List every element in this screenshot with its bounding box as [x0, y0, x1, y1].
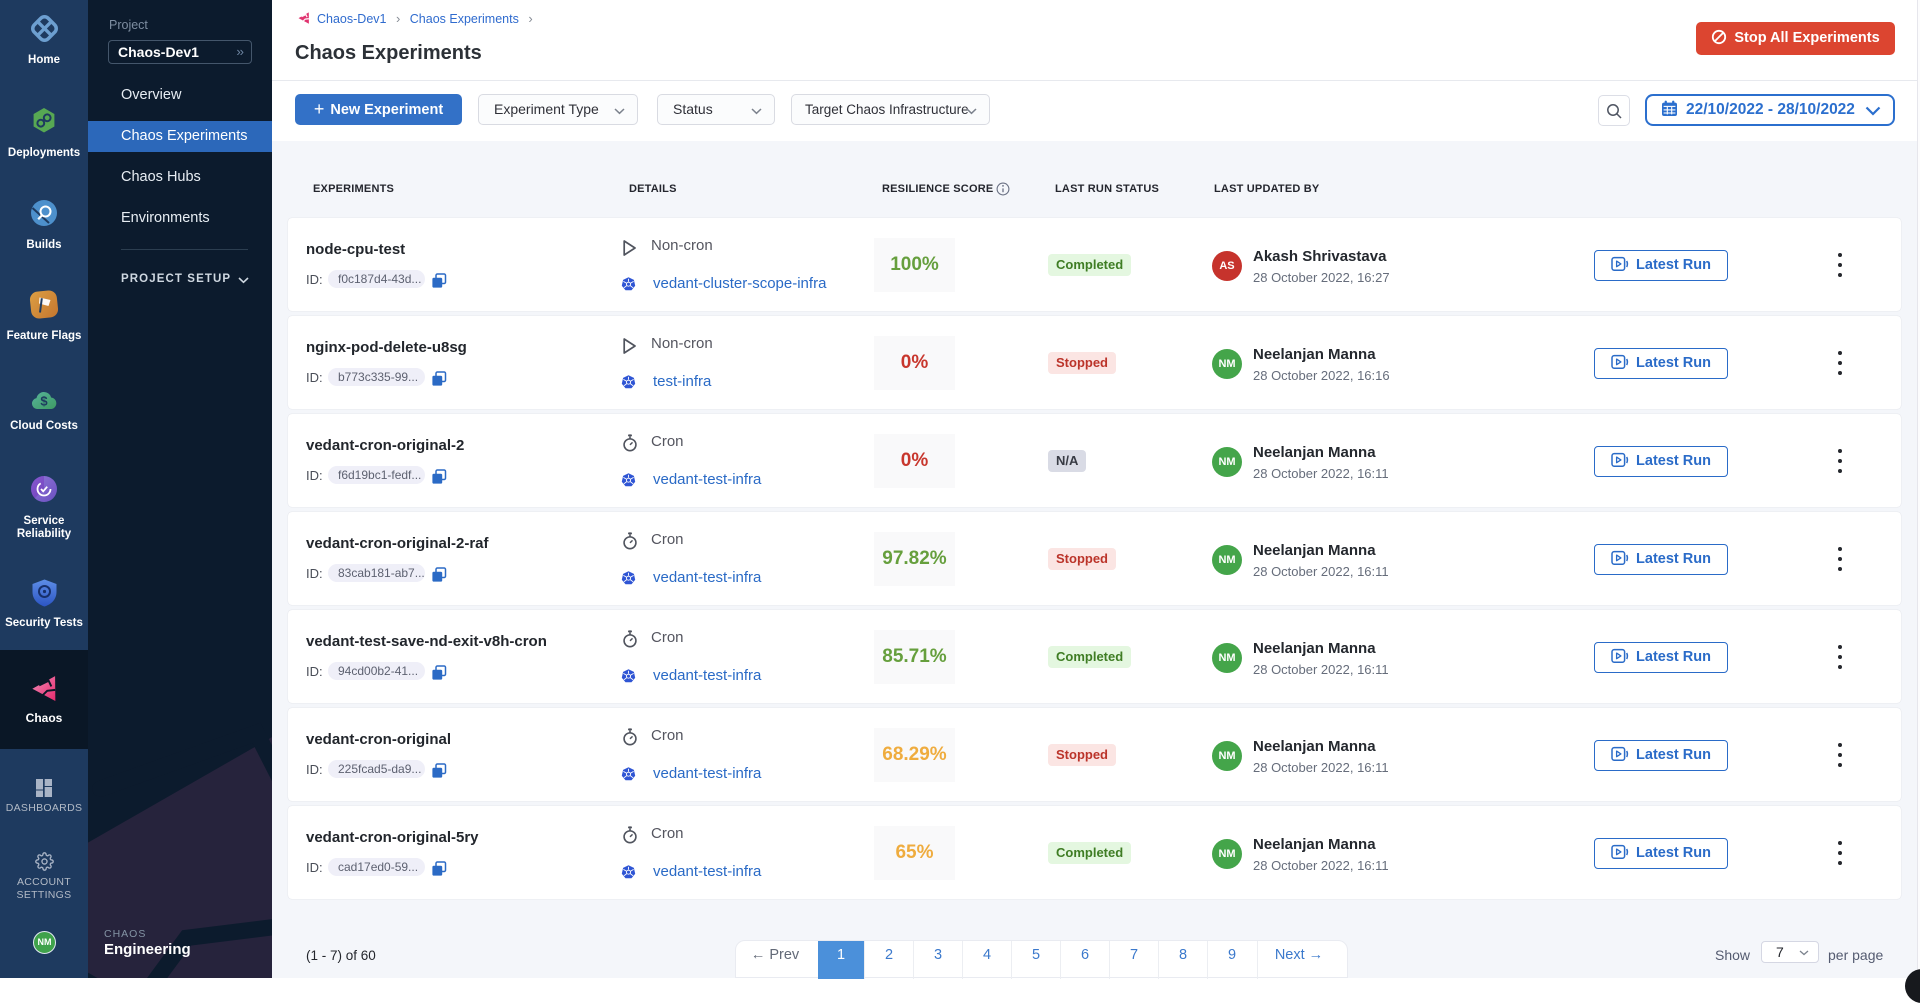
- svg-text:$: $: [40, 394, 48, 409]
